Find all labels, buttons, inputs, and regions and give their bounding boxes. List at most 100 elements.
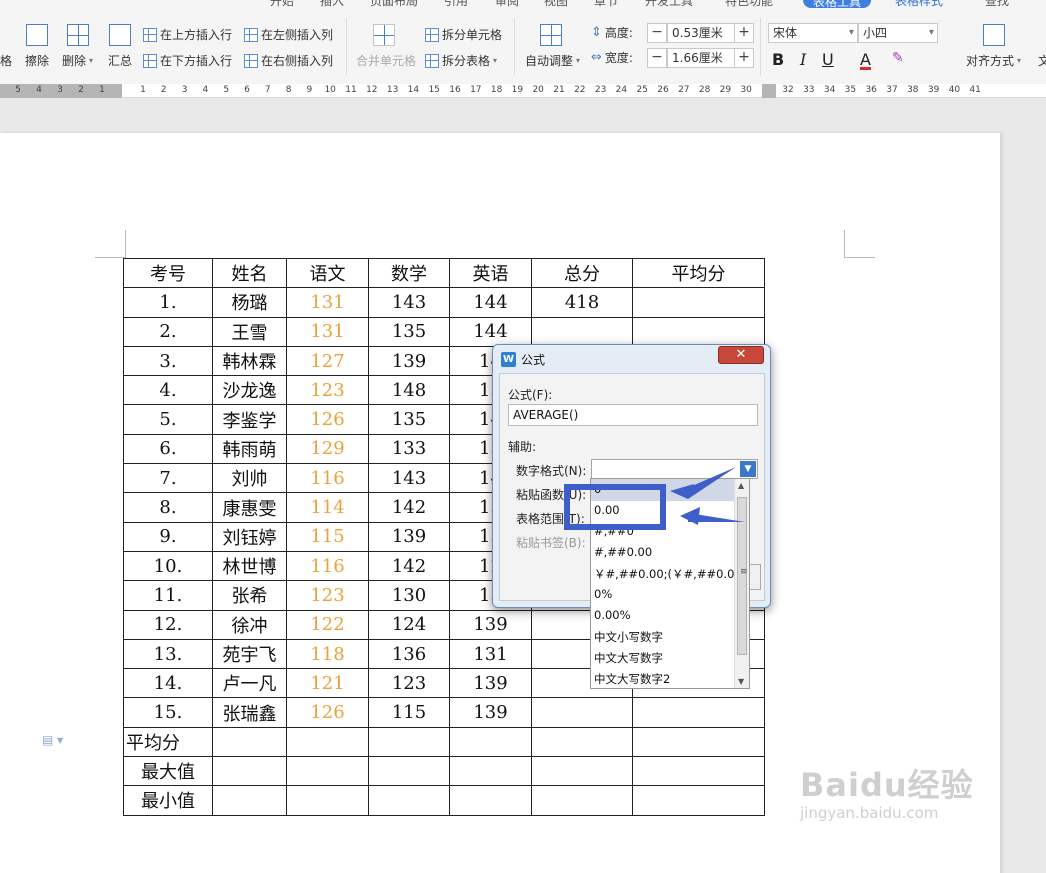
underline-button[interactable]: U (822, 50, 834, 69)
number-format-option[interactable]: 中文小写数字 (594, 629, 663, 645)
tab-insert[interactable]: 插入 (320, 0, 344, 9)
cell-chinese[interactable]: 131 (286, 287, 369, 318)
cell-math[interactable]: 135 (368, 404, 450, 435)
cell-exam-no[interactable]: 5. (123, 404, 213, 435)
tab-table-tools[interactable]: 表格工具 (803, 0, 872, 9)
split-table-button[interactable]: 拆分表格 ▾ (425, 52, 497, 69)
cell-english[interactable]: 131 (449, 638, 532, 670)
cell-total[interactable]: 418 (531, 287, 633, 318)
tab-page-layout[interactable]: 页面布局 (370, 0, 418, 9)
summary-label-cell[interactable]: 最大值 (123, 756, 213, 787)
cell-chinese[interactable]: 115 (286, 521, 369, 552)
cell-chinese[interactable]: 127 (286, 345, 369, 377)
tab-developer[interactable]: 开发工具 (645, 0, 693, 9)
number-format-option[interactable]: ￥#,##0.00;(￥#,##0.00) (594, 566, 746, 582)
cell-name[interactable]: 康惠雯 (212, 492, 287, 523)
insert-col-right-button[interactable]: 在右侧插入列 (244, 52, 333, 69)
summary-value-cell[interactable] (368, 726, 450, 758)
summary-button[interactable]: 汇总 (108, 52, 132, 69)
split-cells-button[interactable]: 拆分单元格 (425, 26, 502, 43)
cell-math[interactable]: 124 (368, 609, 450, 640)
cell-english[interactable]: 139 (449, 697, 532, 728)
cell-exam-no[interactable]: 8. (123, 492, 213, 523)
width-increase-button[interactable]: + (734, 48, 754, 68)
formula-input[interactable]: AVERAGE() (508, 404, 758, 426)
close-button[interactable]: ✕ (718, 346, 764, 364)
cell-chinese[interactable]: 116 (286, 463, 369, 494)
summary-value-cell[interactable] (286, 756, 369, 787)
cell-math[interactable]: 133 (368, 433, 450, 465)
number-format-option[interactable]: 0.00% (594, 608, 631, 622)
cell-math[interactable]: 136 (368, 638, 450, 670)
cell-name[interactable]: 苑宇飞 (212, 638, 287, 670)
summary-value-cell[interactable] (531, 785, 633, 816)
cell-math[interactable]: 139 (368, 345, 450, 377)
cell-math[interactable]: 143 (368, 287, 450, 318)
merge-cells-button[interactable]: 合并单元格 (356, 52, 416, 69)
cell-math[interactable]: 142 (368, 550, 450, 582)
header-math[interactable]: 数学 (368, 257, 450, 289)
summary-value-cell[interactable] (449, 726, 532, 758)
cell-name[interactable]: 韩雨萌 (212, 433, 287, 465)
horizontal-ruler[interactable]: 5 4 3 2 1 1 2 3 4 5 6 7 8 9 10 11 12 13 14 15 16 17 18 19 20 21 22… (0, 84, 1046, 98)
summary-label-cell[interactable]: 平均分 (123, 726, 213, 758)
cell-math[interactable]: 142 (368, 492, 450, 523)
cell-chinese[interactable]: 129 (286, 433, 369, 465)
number-format-option[interactable]: 中文大写数字 (594, 650, 663, 666)
tab-review[interactable]: 审阅 (495, 0, 519, 9)
summary-value-cell[interactable] (632, 785, 765, 816)
align-button[interactable]: 对齐方式 ▾ (966, 52, 1021, 69)
cell-average[interactable] (632, 697, 765, 728)
auto-adjust-button[interactable]: 自动调整 ▾ (525, 52, 580, 69)
cell-chinese[interactable]: 121 (286, 668, 369, 699)
header-chinese[interactable]: 语文 (286, 257, 369, 289)
cell-chinese[interactable]: 123 (286, 580, 369, 611)
cell-chinese[interactable]: 114 (286, 492, 369, 523)
cell-exam-no[interactable]: 12. (123, 609, 213, 640)
tab-home[interactable]: 开始 (270, 0, 294, 9)
tab-chapter[interactable]: 章节 (594, 0, 618, 9)
dialog-title-bar[interactable]: W 公式 (501, 351, 545, 368)
cell-english[interactable]: 144 (449, 316, 532, 347)
tab-features[interactable]: 特色功能 (725, 0, 773, 9)
number-format-option[interactable]: 中文大写数字2 (594, 671, 670, 687)
cell-exam-no[interactable]: 1. (123, 287, 213, 318)
font-color-button[interactable]: A (860, 50, 871, 69)
cell-exam-no[interactable]: 14. (123, 668, 213, 699)
font-size-select[interactable]: 小四 (858, 23, 938, 43)
cell-exam-no[interactable]: 2. (123, 316, 213, 347)
summary-value-cell[interactable] (286, 785, 369, 816)
header-english[interactable]: 英语 (449, 257, 532, 289)
cell-english[interactable]: 139 (449, 609, 532, 640)
summary-value-cell[interactable] (212, 726, 287, 758)
summary-value-cell[interactable] (212, 756, 287, 787)
header-total[interactable]: 总分 (531, 257, 633, 289)
height-input[interactable]: 0.53厘米 (667, 23, 735, 43)
cell-exam-no[interactable]: 9. (123, 521, 213, 552)
summary-value-cell[interactable] (531, 756, 633, 787)
summary-value-cell[interactable] (632, 726, 765, 758)
insert-row-above-button[interactable]: 在上方插入行 (143, 26, 232, 43)
cell-math[interactable]: 143 (368, 463, 450, 494)
clipped-right-button[interactable]: 文 (1038, 52, 1046, 69)
cell-exam-no[interactable]: 10. (123, 550, 213, 582)
summary-value-cell[interactable] (632, 756, 765, 787)
erase-button[interactable]: 擦除 (25, 52, 49, 69)
cell-exam-no[interactable]: 15. (123, 697, 213, 728)
summary-value-cell[interactable] (368, 785, 450, 816)
cell-name[interactable]: 林世博 (212, 550, 287, 582)
bold-button[interactable]: B (772, 50, 784, 69)
cell-chinese[interactable]: 123 (286, 375, 369, 406)
cell-math[interactable]: 115 (368, 697, 450, 728)
cell-chinese[interactable]: 126 (286, 697, 369, 728)
cell-name[interactable]: 张希 (212, 580, 287, 611)
number-format-option[interactable]: #,##0.00 (594, 545, 652, 559)
summary-label-cell[interactable]: 最小值 (123, 785, 213, 816)
cell-name[interactable]: 卢一凡 (212, 668, 287, 699)
cell-total[interactable] (531, 316, 633, 347)
summary-value-cell[interactable] (531, 726, 633, 758)
chevron-down-icon[interactable]: ▼ (740, 461, 756, 477)
cell-chinese[interactable]: 122 (286, 609, 369, 640)
cell-english[interactable]: 139 (449, 668, 532, 699)
cell-name[interactable]: 刘帅 (212, 463, 287, 494)
